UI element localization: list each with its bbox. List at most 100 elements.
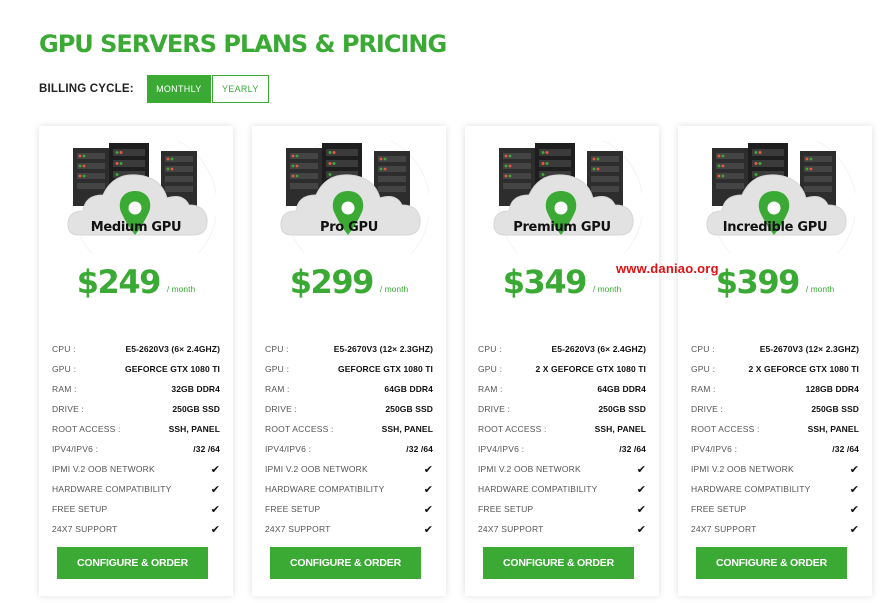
- feature-label: IPMI V.2 OOB NETWORK: [52, 464, 155, 474]
- monthly-button[interactable]: MONTHLY: [146, 75, 211, 103]
- checkmark-icon: ✔: [636, 523, 646, 536]
- spec-value: 32GB DDR4: [171, 384, 220, 394]
- feature-row-support: 24X7 SUPPORT ✔: [265, 519, 433, 539]
- spec-value: 250GB SSD: [598, 404, 646, 414]
- spec-value: SSH, PANEL: [594, 424, 646, 434]
- spec-label: IPV4/IPV6 :: [691, 444, 738, 454]
- spec-row-gpu: GPU : 2 X GEFORCE GTX 1080 TI: [691, 359, 859, 379]
- spec-value: 2 X GEFORCE GTX 1080 TI: [535, 364, 646, 374]
- feature-label: 24X7 SUPPORT: [691, 524, 757, 534]
- plan-price: $249: [76, 263, 162, 301]
- feature-row-ipmi: IPMI V.2 OOB NETWORK ✔: [691, 459, 859, 479]
- configure-order-button[interactable]: CONFIGURE & ORDER: [270, 547, 421, 579]
- spec-label: RAM :: [52, 384, 77, 394]
- server-cloud-pin-icon: [706, 141, 855, 253]
- configure-order-button[interactable]: CONFIGURE & ORDER: [696, 547, 847, 579]
- spec-value: /32 /64: [619, 444, 646, 454]
- spec-label: IPV4/IPV6 :: [478, 444, 525, 454]
- feature-row-setup: FREE SETUP ✔: [265, 499, 433, 519]
- feature-row-hardware: HARDWARE COMPATIBILITY ✔: [265, 479, 433, 499]
- feature-label: HARDWARE COMPATIBILITY: [478, 484, 598, 494]
- feature-row-setup: FREE SETUP ✔: [52, 499, 220, 519]
- feature-label: FREE SETUP: [691, 504, 747, 514]
- checkmark-icon: ✔: [210, 463, 220, 476]
- checkmark-icon: ✔: [210, 503, 220, 516]
- spec-value: 64GB DDR4: [384, 384, 433, 394]
- spec-row-ip: IPV4/IPV6 : /32 /64: [52, 439, 220, 459]
- spec-value: 2 X GEFORCE GTX 1080 TI: [748, 364, 859, 374]
- feature-row-setup: FREE SETUP ✔: [478, 499, 646, 519]
- configure-order-button[interactable]: CONFIGURE & ORDER: [57, 547, 208, 579]
- spec-label: DRIVE :: [52, 404, 85, 414]
- billing-cycle-toggle: BILLING CYCLE: MONTHLY YEARLY: [39, 75, 269, 103]
- feature-label: HARDWARE COMPATIBILITY: [52, 484, 172, 494]
- checkmark-icon: ✔: [423, 503, 433, 516]
- configure-order-button[interactable]: CONFIGURE & ORDER: [483, 547, 634, 579]
- spec-value: /32 /64: [193, 444, 220, 454]
- spec-value: 64GB DDR4: [597, 384, 646, 394]
- spec-row-ram: RAM : 32GB DDR4: [52, 379, 220, 399]
- spec-value: E5-2620V3 (6× 2.4GHZ): [125, 344, 220, 354]
- spec-label: CPU :: [478, 344, 502, 354]
- spec-row-cpu: CPU : E5-2670V3 (12× 2.3GHZ): [265, 339, 433, 359]
- spec-row-ram: RAM : 128GB DDR4: [691, 379, 859, 399]
- spec-value: /32 /64: [406, 444, 433, 454]
- plan-name: Pro GPU: [319, 220, 379, 235]
- spec-value: E5-2670V3 (12× 2.3GHZ): [759, 344, 859, 354]
- server-cloud-pin-icon: [280, 141, 429, 253]
- spec-row-drive: DRIVE : 250GB SSD: [478, 399, 646, 419]
- plan-card-pro-gpu: Pro GPU $299 / month CPU : E5-2670V3 (12×…: [252, 126, 446, 596]
- feature-row-hardware: HARDWARE COMPATIBILITY ✔: [52, 479, 220, 499]
- spec-value: 128GB DDR4: [805, 384, 859, 394]
- billing-cycle-label: BILLING CYCLE:: [39, 83, 134, 95]
- feature-label: IPMI V.2 OOB NETWORK: [265, 464, 368, 474]
- spec-row-cpu: CPU : E5-2620V3 (6× 2.4GHZ): [478, 339, 646, 359]
- spec-label: RAM :: [691, 384, 716, 394]
- plan-name: Premium GPU: [513, 220, 611, 235]
- feature-label: HARDWARE COMPATIBILITY: [691, 484, 811, 494]
- spec-row-root-access: ROOT ACCESS : SSH, PANEL: [265, 419, 433, 439]
- checkmark-icon: ✔: [423, 463, 433, 476]
- plan-name: Incredible GPU: [722, 220, 828, 235]
- spec-list: CPU : E5-2670V3 (12× 2.3GHZ) GPU : 2 X GEF…: [691, 339, 859, 539]
- plan-name: Medium GPU: [90, 220, 182, 235]
- server-cloud-pin-icon: [67, 141, 216, 253]
- plan-card-medium-gpu: Medium GPU $249 / month CPU : E5-2620V3 (…: [39, 126, 233, 596]
- spec-label: RAM :: [478, 384, 503, 394]
- spec-value: 250GB SSD: [385, 404, 433, 414]
- spec-label: DRIVE :: [691, 404, 724, 414]
- price-row: $249 / month: [39, 266, 233, 298]
- plan-card-incredible-gpu: Incredible GPU $399 / month CPU : E5-2670…: [678, 126, 872, 596]
- spec-value: GEFORCE GTX 1080 TI: [338, 364, 433, 374]
- spec-value: E5-2670V3 (12× 2.3GHZ): [333, 344, 433, 354]
- spec-value: SSH, PANEL: [168, 424, 220, 434]
- spec-row-root-access: ROOT ACCESS : SSH, PANEL: [52, 419, 220, 439]
- spec-label: GPU :: [265, 364, 290, 374]
- feature-row-ipmi: IPMI V.2 OOB NETWORK ✔: [478, 459, 646, 479]
- spec-label: ROOT ACCESS :: [265, 424, 334, 434]
- price-period: / month: [379, 284, 409, 294]
- feature-row-hardware: HARDWARE COMPATIBILITY ✔: [691, 479, 859, 499]
- spec-row-ip: IPV4/IPV6 : /32 /64: [691, 439, 859, 459]
- spec-row-ram: RAM : 64GB DDR4: [265, 379, 433, 399]
- price-period: / month: [805, 284, 835, 294]
- spec-row-gpu: GPU : 2 X GEFORCE GTX 1080 TI: [478, 359, 646, 379]
- feature-row-support: 24X7 SUPPORT ✔: [691, 519, 859, 539]
- spec-row-drive: DRIVE : 250GB SSD: [265, 399, 433, 419]
- yearly-button[interactable]: YEARLY: [211, 75, 269, 103]
- feature-row-setup: FREE SETUP ✔: [691, 499, 859, 519]
- spec-label: GPU :: [52, 364, 77, 374]
- checkmark-icon: ✔: [423, 483, 433, 496]
- checkmark-icon: ✔: [636, 483, 646, 496]
- feature-label: HARDWARE COMPATIBILITY: [265, 484, 385, 494]
- feature-label: 24X7 SUPPORT: [52, 524, 118, 534]
- spec-label: RAM :: [265, 384, 290, 394]
- feature-row-support: 24X7 SUPPORT ✔: [478, 519, 646, 539]
- feature-label: FREE SETUP: [478, 504, 534, 514]
- spec-value: 250GB SSD: [172, 404, 220, 414]
- spec-row-ram: RAM : 64GB DDR4: [478, 379, 646, 399]
- plan-price: $349: [502, 263, 588, 301]
- spec-value: SSH, PANEL: [807, 424, 859, 434]
- feature-label: IPMI V.2 OOB NETWORK: [691, 464, 794, 474]
- spec-row-ip: IPV4/IPV6 : /32 /64: [265, 439, 433, 459]
